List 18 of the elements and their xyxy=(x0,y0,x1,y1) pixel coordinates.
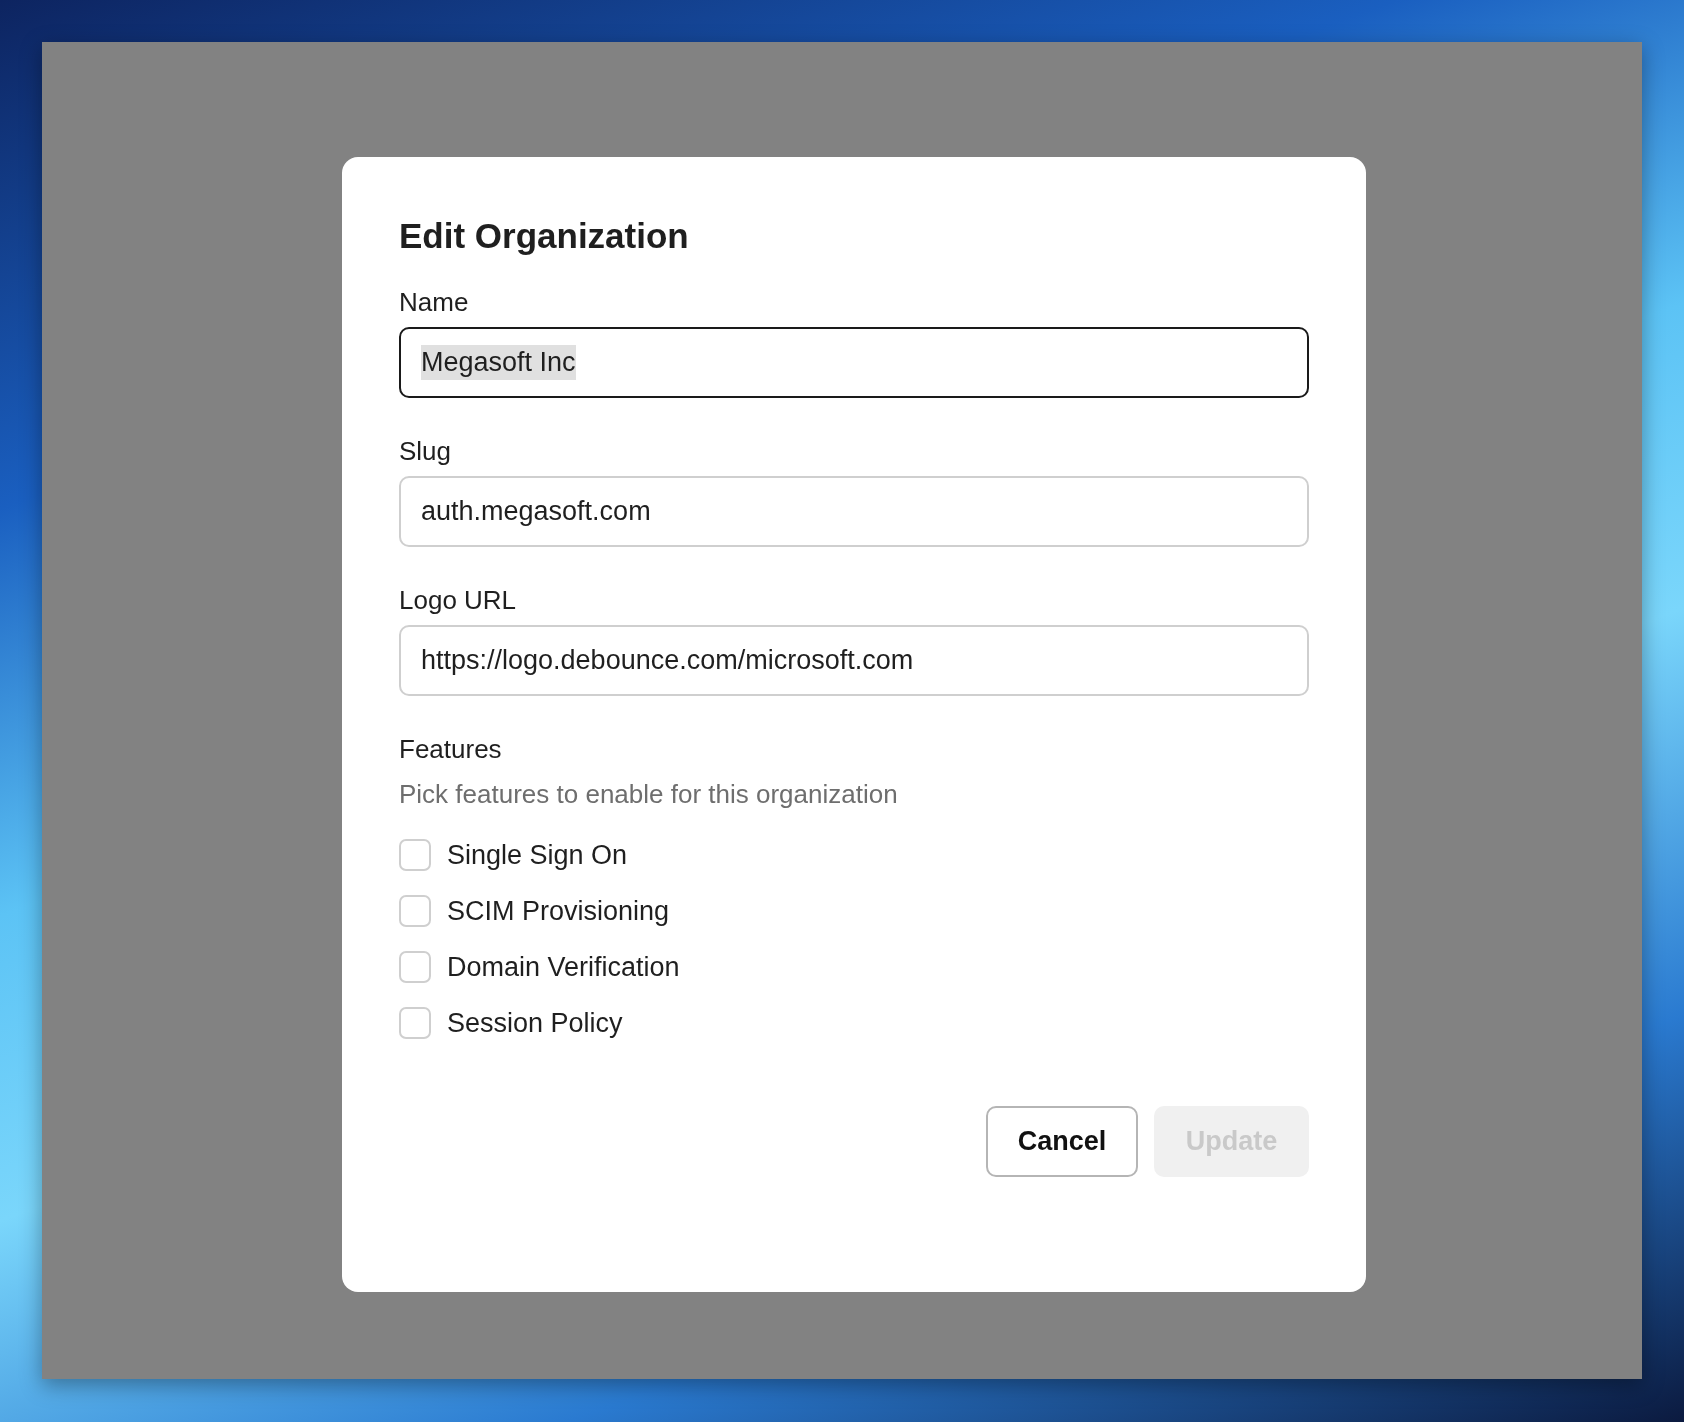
checkbox-label[interactable]: Domain Verification xyxy=(447,951,680,983)
dialog-title: Edit Organization xyxy=(399,215,690,257)
checkbox[interactable] xyxy=(399,839,431,871)
section-heading: Features xyxy=(399,734,503,764)
checkbox[interactable] xyxy=(399,895,431,927)
text-field[interactable]: https://logo.debounce.com/microsoft.com xyxy=(399,625,1309,696)
checkbox[interactable] xyxy=(399,951,431,983)
text-field[interactable]: Megasoft Inc xyxy=(399,327,1309,398)
field-label: Name xyxy=(399,287,470,317)
section-description: Pick features to enable for this organization xyxy=(399,778,899,810)
checkbox-label[interactable]: Single Sign On xyxy=(447,839,628,871)
cancel-button[interactable]: Cancel xyxy=(986,1106,1138,1177)
checkbox-label[interactable]: Session Policy xyxy=(447,1007,623,1039)
field-label: Logo URL xyxy=(399,585,518,615)
text-field[interactable]: auth.megasoft.com xyxy=(399,476,1309,547)
checkbox-label[interactable]: SCIM Provisioning xyxy=(447,895,670,927)
checkbox[interactable] xyxy=(399,1007,431,1039)
field-label: Slug xyxy=(399,436,453,466)
